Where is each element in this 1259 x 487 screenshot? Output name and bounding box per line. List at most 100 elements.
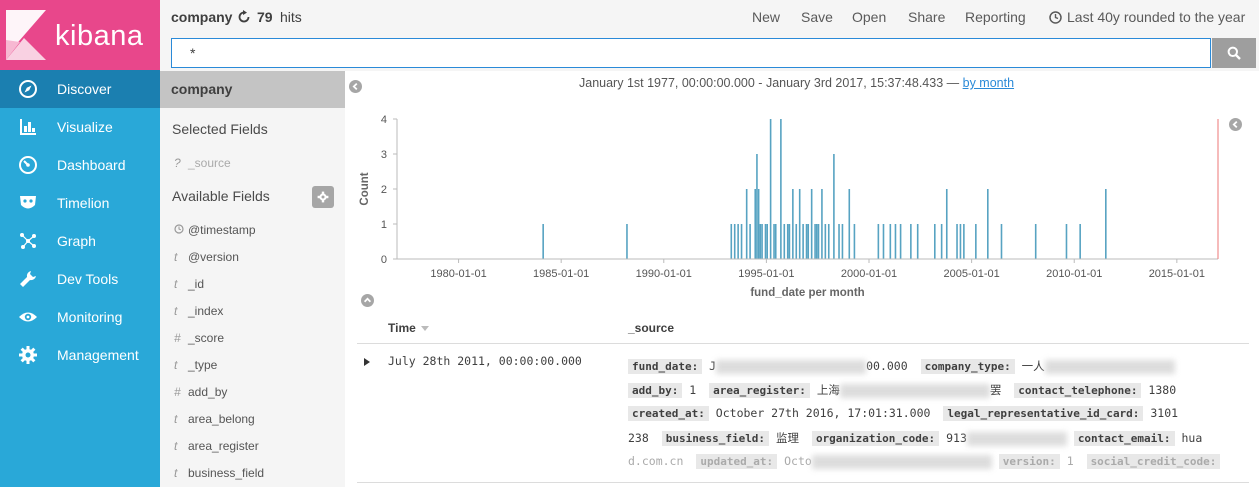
histogram-bar[interactable] [810,189,813,259]
histogram-bar[interactable] [733,224,736,259]
histogram-bar[interactable] [807,224,810,259]
histogram-bar[interactable] [774,224,777,259]
nav-item-graph[interactable]: Graph [0,222,160,260]
histogram-bar[interactable] [933,224,936,259]
histogram-bar[interactable] [853,224,856,259]
histogram-bar[interactable] [838,224,840,259]
open-button[interactable]: Open [852,9,886,25]
histogram-bar[interactable] [780,119,782,259]
chevron-up-icon [361,294,374,307]
histogram-bar[interactable] [848,189,851,259]
histogram-bar[interactable] [802,224,804,259]
histogram-bar[interactable] [945,189,948,259]
field-item-version[interactable]: t @version [174,248,239,266]
histogram-bar[interactable] [745,189,748,259]
field-item-areabelong[interactable]: t area_belong [174,410,255,428]
histogram-bar[interactable] [792,189,794,259]
histogram-bar[interactable] [956,224,958,259]
nav-item-dev-tools[interactable]: Dev Tools [0,260,160,298]
field-item-arearegister[interactable]: t area_register [174,437,259,455]
kibana-logo[interactable]: kibana [0,0,160,70]
histogram-bar[interactable] [827,224,830,259]
source-key: updated_at: [696,454,778,469]
histogram-bar[interactable] [805,224,808,259]
column-header-time[interactable]: Time [388,321,430,335]
field-item-businessfield[interactable]: t business_field [174,464,264,482]
histogram-bar[interactable] [1000,224,1003,259]
histogram-bar[interactable] [798,189,801,259]
histogram-bar[interactable] [764,224,767,259]
histogram-bar[interactable] [1079,224,1081,259]
histogram-bar[interactable] [963,224,965,259]
interval-selector[interactable]: by month [963,76,1014,90]
histogram-bar[interactable] [899,224,902,259]
field-item-timestamp[interactable]: @timestamp [174,221,256,239]
histogram-bar[interactable] [841,224,844,259]
nav-item-visualize[interactable]: Visualize [0,108,160,146]
histogram-bar[interactable] [1105,189,1107,259]
histogram-bar[interactable] [910,224,912,259]
time-picker-button[interactable]: Last 40y rounded to the year [1067,9,1245,25]
histogram-bar[interactable] [889,224,892,259]
histogram-bar[interactable] [833,154,835,259]
collapse-chart-button[interactable] [361,294,374,312]
histogram-bar[interactable] [1034,224,1037,259]
nav-item-dashboard[interactable]: Dashboard [0,146,160,184]
histogram-bar[interactable] [916,224,919,259]
histogram-bar[interactable] [940,224,943,259]
histogram-bar[interactable] [975,224,977,259]
histogram-bar[interactable] [824,224,827,259]
histogram-bar[interactable] [894,224,897,259]
histogram-bar[interactable] [814,224,816,259]
histogram-bar[interactable] [542,224,544,259]
histogram-bar[interactable] [987,189,989,259]
field-item-id[interactable]: t _id [174,275,204,293]
save-button[interactable]: Save [801,9,833,25]
histogram-bar[interactable] [766,224,768,259]
field-item-index[interactable]: t _index [174,302,223,320]
histogram-bar[interactable] [786,224,789,259]
index-pattern-selector[interactable]: company [160,71,345,108]
reload-icon[interactable] [237,10,251,29]
histogram-bar[interactable] [959,224,962,259]
nav-item-management[interactable]: Management [0,336,160,374]
histogram-bar[interactable] [773,224,775,259]
histogram-bar[interactable] [757,189,760,259]
histogram-bar[interactable] [761,224,763,259]
nav-item-timelion[interactable]: Timelion [0,184,160,222]
nav-item-discover[interactable]: Discover [0,70,160,108]
histogram-bar[interactable] [730,224,733,259]
histogram-bar[interactable] [756,154,758,259]
histogram-bar[interactable] [769,119,772,259]
field-item-type[interactable]: t _type [174,356,217,374]
histogram-bar[interactable] [815,224,818,259]
collapse-sidebar-button[interactable] [349,80,362,98]
search-input[interactable] [171,38,1211,68]
histogram-bar[interactable] [795,224,798,259]
nav-item-monitoring[interactable]: Monitoring [0,298,160,336]
histogram-bar[interactable] [626,224,628,259]
histogram-bar[interactable] [737,224,739,259]
field-item-score[interactable]: # _score [174,329,224,347]
histogram-bar[interactable] [817,224,820,259]
share-button[interactable]: Share [908,9,945,25]
new-button[interactable]: New [752,9,780,25]
histogram-bar[interactable] [759,224,762,259]
reporting-button[interactable]: Reporting [965,9,1026,25]
histogram-bar[interactable] [1065,224,1068,259]
histogram-bar[interactable] [749,224,751,259]
field-item-addby[interactable]: # add_by [174,383,227,401]
histogram-bar[interactable] [882,224,885,259]
search-button[interactable] [1212,38,1256,68]
expand-row-toggle[interactable] [364,358,370,368]
histogram-bar[interactable] [877,224,880,259]
field-item-source[interactable]: ? _source [174,154,231,172]
histogram-bar[interactable] [821,189,823,259]
y-tick-label: 3 [381,149,387,161]
histogram-bar[interactable] [754,189,757,259]
histogram-bar[interactable] [788,224,791,259]
field-settings-button[interactable] [312,186,334,208]
histogram-bar[interactable] [740,224,743,259]
histogram-bar[interactable] [783,224,786,259]
x-tick-label: 2015-01-01 [1149,268,1205,280]
